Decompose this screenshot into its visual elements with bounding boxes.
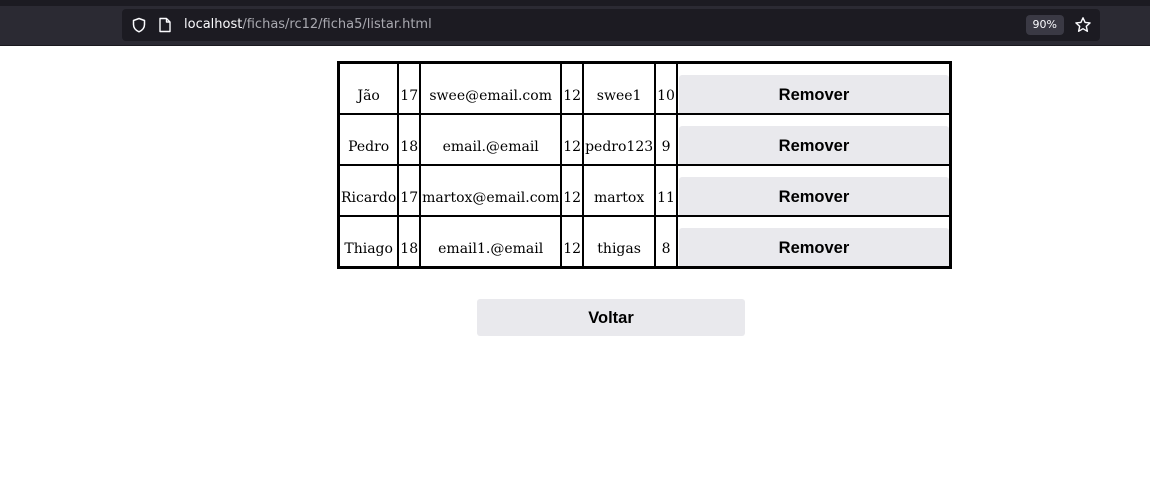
browser-toolbar: localhost/fichas/rc12/ficha5/listar.html…	[0, 0, 1150, 46]
email-cell: martox@email.com	[420, 165, 562, 216]
username-cell: thigas	[583, 216, 656, 267]
table-row: Thiago 18 email1.@email 12 thigas 8 Remo…	[339, 216, 950, 267]
action-cell: Remover	[676, 216, 950, 267]
table-row: Ricardo 17 martox@email.com 12 martox 11…	[339, 165, 950, 216]
remove-button[interactable]: Remover	[678, 75, 949, 113]
class-cell: 12	[561, 63, 584, 114]
number-cell: 9	[655, 114, 677, 165]
url-text[interactable]: localhost/fichas/rc12/ficha5/listar.html	[184, 9, 432, 41]
class-cell: 12	[561, 165, 584, 216]
users-table: Jão 17 swee@email.com 12 swee1 10 Remove…	[337, 61, 952, 269]
star-icon[interactable]	[1072, 9, 1094, 41]
number-cell: 8	[655, 216, 677, 267]
remove-button[interactable]: Remover	[678, 228, 949, 266]
username-cell: swee1	[583, 63, 656, 114]
page-icon[interactable]	[156, 9, 174, 41]
remove-button[interactable]: Remover	[678, 177, 949, 215]
name-cell: Jão	[339, 63, 399, 114]
shield-icon[interactable]	[128, 9, 150, 41]
name-cell: Pedro	[339, 114, 399, 165]
address-bar[interactable]: localhost/fichas/rc12/ficha5/listar.html…	[122, 9, 1100, 41]
remove-button[interactable]: Remover	[678, 126, 949, 164]
username-cell: pedro123	[583, 114, 656, 165]
table-row: Pedro 18 email.@email 12 pedro123 9 Remo…	[339, 114, 950, 165]
class-cell: 12	[561, 114, 584, 165]
url-host: localhost	[184, 17, 243, 32]
name-cell: Ricardo	[339, 165, 399, 216]
zoom-indicator[interactable]: 90%	[1025, 15, 1064, 35]
back-button[interactable]: Voltar	[477, 299, 745, 336]
page-content: Jão 17 swee@email.com 12 swee1 10 Remove…	[0, 46, 1150, 497]
action-cell: Remover	[676, 114, 950, 165]
tab-strip-edge	[0, 0, 1150, 6]
age-cell: 17	[398, 63, 421, 114]
age-cell: 18	[398, 216, 421, 267]
username-cell: martox	[583, 165, 656, 216]
age-cell: 17	[398, 165, 421, 216]
age-cell: 18	[398, 114, 421, 165]
email-cell: email1.@email	[420, 216, 562, 267]
number-cell: 11	[655, 165, 677, 216]
url-path: /fichas/rc12/ficha5/listar.html	[242, 17, 432, 32]
class-cell: 12	[561, 216, 584, 267]
number-cell: 10	[655, 63, 677, 114]
name-cell: Thiago	[339, 216, 399, 267]
action-cell: Remover	[676, 165, 950, 216]
email-cell: swee@email.com	[420, 63, 562, 114]
email-cell: email.@email	[420, 114, 562, 165]
table-row: Jão 17 swee@email.com 12 swee1 10 Remove…	[339, 63, 950, 114]
action-cell: Remover	[676, 63, 950, 114]
